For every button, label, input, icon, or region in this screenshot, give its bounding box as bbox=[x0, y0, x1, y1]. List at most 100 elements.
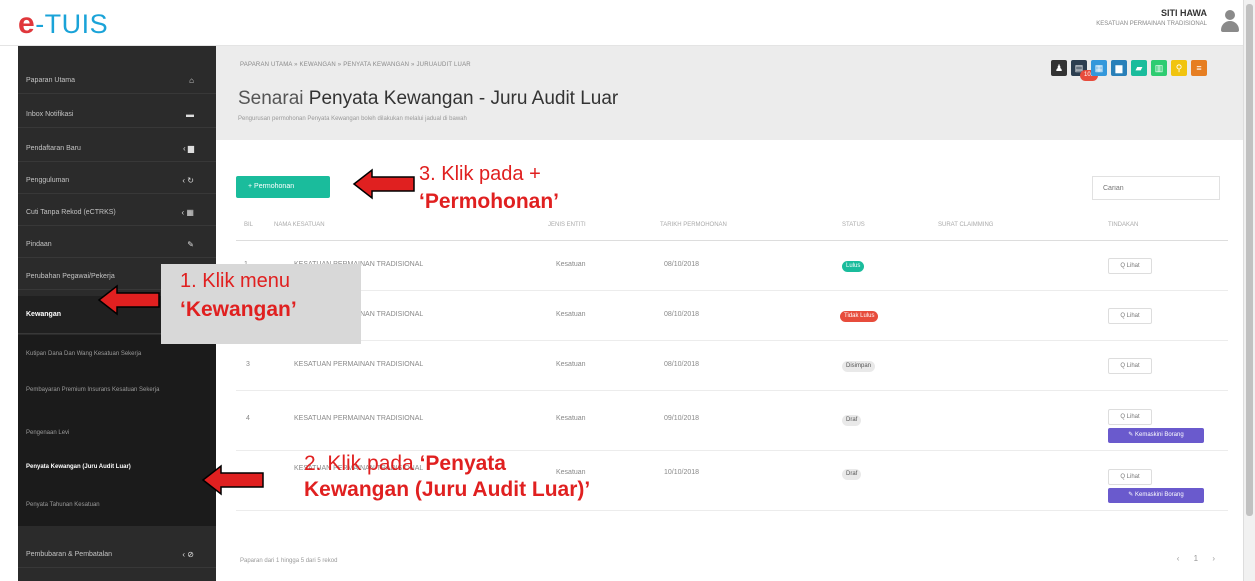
sidebar-item-label: Pengguluman bbox=[26, 177, 70, 184]
column-header-nama[interactable]: NAMA KESATUAN bbox=[274, 222, 325, 228]
refresh-icon: ‹ ↻ bbox=[182, 176, 194, 185]
row-jenis: Kesatuan bbox=[556, 361, 586, 368]
sidebar-item-label: Cuti Tanpa Rekod (eCTRKS) bbox=[26, 209, 116, 216]
row-tarikh: 08/10/2018 bbox=[664, 311, 700, 318]
breadcrumb[interactable]: PAPARAN UTAMA » KEWANGAN » PENYATA KEWAN… bbox=[240, 62, 471, 68]
add-permohonan-button[interactable]: + Permohonan bbox=[236, 176, 330, 198]
sidebar-item-pindaan[interactable]: Pindaan ✎ bbox=[18, 232, 216, 258]
user-avatar-icon[interactable] bbox=[1219, 10, 1241, 34]
step3-arrow-icon bbox=[352, 168, 415, 200]
step2-arrow-icon bbox=[201, 464, 264, 496]
status-badge: Tidak Lulus bbox=[840, 311, 879, 322]
kewangan-submenu: Kutipan Dana Dan Wang Kesatuan Sekerja P… bbox=[18, 335, 216, 526]
user-name: SITI HAWA bbox=[1160, 8, 1207, 18]
row-tarikh: 09/10/2018 bbox=[664, 415, 700, 422]
user-icon[interactable]: ♟ bbox=[1051, 60, 1067, 76]
inbox-icon: ▬ bbox=[186, 110, 194, 119]
submenu-item-pengenaan-levi[interactable]: Pengenaan Levi bbox=[26, 428, 176, 438]
step3-text-line2: ‘Permohonan’ bbox=[419, 190, 560, 213]
row-jenis: Kesatuan bbox=[556, 469, 586, 476]
row-tarikh: 08/10/2018 bbox=[664, 261, 700, 268]
sidebar-item-pembubaran[interactable]: Pembubaran & Pembatalan ‹ ⊘ bbox=[18, 542, 216, 568]
sidebar-item-label: Pindaan bbox=[26, 241, 52, 248]
lihat-button[interactable]: Q Lihat bbox=[1108, 469, 1152, 485]
folder-icon[interactable]: ▰ bbox=[1131, 60, 1147, 76]
kemaskini-borang-button[interactable]: ✎ Kemaskini Borang bbox=[1108, 488, 1204, 503]
row-jenis: Kesatuan bbox=[556, 261, 586, 268]
step1-arrow-icon bbox=[97, 284, 160, 316]
calendar-icon: ‹ ▦ bbox=[181, 208, 194, 217]
document-icon[interactable]: ▆ bbox=[1111, 60, 1127, 76]
logo-mark: e bbox=[18, 7, 36, 40]
search-icon[interactable]: ⚲ bbox=[1171, 60, 1187, 76]
row-jenis: Kesatuan bbox=[556, 311, 586, 318]
header-toolbar: ♟ ▤ 105 ▦ ▆ ▰ ▥ ⚲ ≡ bbox=[1051, 60, 1225, 81]
table-row: 3 KESATUAN PERMAINAN TRADISIONAL Kesatua… bbox=[236, 341, 1228, 391]
sidebar-item-label: Perubahan Pegawai/Pekerja bbox=[26, 273, 115, 280]
row-bil: 4 bbox=[246, 415, 250, 422]
sidebar-item-pengguluman[interactable]: Pengguluman ‹ ↻ bbox=[18, 168, 216, 194]
sidebar-item-inbox-notifikasi[interactable]: Inbox Notifikasi ▬ bbox=[18, 102, 216, 128]
row-tarikh: 10/10/2018 bbox=[664, 469, 700, 476]
chart-icon[interactable]: ▥ bbox=[1151, 60, 1167, 76]
kemaskini-borang-button[interactable]: ✎ Kemaskini Borang bbox=[1108, 428, 1204, 443]
status-badge: Draf bbox=[842, 415, 862, 426]
page-scrollbar[interactable] bbox=[1243, 0, 1255, 581]
column-header-status[interactable]: STATUS bbox=[842, 222, 865, 228]
submenu-item-pembayaran-premium[interactable]: Pembayaran Premium Insurans Kesatuan Sek… bbox=[26, 385, 176, 395]
column-header-bil[interactable]: BIL bbox=[244, 222, 253, 228]
user-info[interactable]: SITI HAWA KESATUAN PERMAINAN TRADISIONAL bbox=[1096, 8, 1207, 27]
step2-text-line2: Kewangan (Juru Audit Luar)’ bbox=[304, 478, 591, 501]
submenu-item-penyata-tahunan[interactable]: Penyata Tahunan Kesatuan bbox=[26, 500, 176, 510]
pagination[interactable]: ‹ 1 › bbox=[1177, 554, 1221, 563]
cancel-icon: ‹ ⊘ bbox=[182, 550, 194, 559]
page-title-prefix: Senarai bbox=[238, 88, 304, 109]
app-window: e-TUIS SITI HAWA KESATUAN PERMAINAN TRAD… bbox=[0, 0, 1255, 581]
search-input[interactable] bbox=[1092, 176, 1220, 200]
table-row: 4 KESATUAN PERMAINAN TRADISIONAL Kesatua… bbox=[236, 391, 1228, 451]
step2-text-prefix: 2. Klik pada bbox=[304, 452, 414, 475]
sidebar-item-cuti-tanpa-rekod[interactable]: Cuti Tanpa Rekod (eCTRKS) ‹ ▦ bbox=[18, 200, 216, 226]
row-tarikh: 08/10/2018 bbox=[664, 361, 700, 368]
sidebar-item-label: Inbox Notifikasi bbox=[26, 111, 74, 118]
home-icon: ⌂ bbox=[189, 76, 194, 85]
calendar-icon[interactable]: ▦ bbox=[1091, 60, 1107, 76]
step1-text-line2: ‘Kewangan’ bbox=[180, 298, 297, 321]
page-title: Senarai Penyata Kewangan - Juru Audit Lu… bbox=[238, 88, 618, 110]
sidebar-item-label: Pembubaran & Pembatalan bbox=[26, 551, 112, 558]
file-icon: ‹ ▆ bbox=[182, 144, 194, 153]
column-header-tindakan: TINDAKAN bbox=[1108, 222, 1139, 228]
column-header-surat[interactable]: SURAT CLAIMMING bbox=[938, 222, 993, 228]
status-badge: Lulus bbox=[842, 261, 865, 272]
top-bar: e-TUIS SITI HAWA KESATUAN PERMAINAN TRAD… bbox=[0, 0, 1255, 46]
lihat-button[interactable]: Q Lihat bbox=[1108, 258, 1152, 274]
row-jenis: Kesatuan bbox=[556, 415, 586, 422]
lihat-button[interactable]: Q Lihat bbox=[1108, 409, 1152, 425]
table-footer-info: Paparan dari 1 hingga 5 dari 5 rekod bbox=[240, 558, 338, 564]
lihat-button[interactable]: Q Lihat bbox=[1108, 358, 1152, 374]
lihat-button[interactable]: Q Lihat bbox=[1108, 308, 1152, 324]
row-nama: KESATUAN PERMAINAN TRADISIONAL bbox=[294, 361, 424, 368]
row-nama: KESATUAN PERMAINAN TRADISIONAL bbox=[294, 415, 424, 422]
page-subtitle: Pengurusan permohonan Penyata Kewangan b… bbox=[238, 116, 467, 122]
status-badge: Draf bbox=[842, 469, 862, 480]
column-header-jenis[interactable]: JENIS ENTITI bbox=[548, 222, 586, 228]
submenu-item-penyata-kewangan[interactable]: Penyata Kewangan (Juru Audit Luar) bbox=[26, 462, 176, 472]
etuis-logo[interactable]: e-TUIS bbox=[18, 7, 108, 41]
edit-icon: ✎ bbox=[187, 240, 194, 249]
scrollbar-thumb[interactable] bbox=[1246, 4, 1253, 516]
logo-text: -TUIS bbox=[35, 9, 109, 39]
sidebar-item-paparan-utama[interactable]: Paparan Utama ⌂ bbox=[18, 68, 216, 94]
page-title-main: Penyata Kewangan - Juru Audit Luar bbox=[308, 88, 619, 109]
user-organization: KESATUAN PERMAINAN TRADISIONAL bbox=[1096, 21, 1207, 27]
table-row: 2 KESATUAN PERMAINAN TRADISIONAL Kesatua… bbox=[236, 291, 1228, 341]
sidebar-item-label: Pendaftaran Baru bbox=[26, 145, 81, 152]
submenu-item-kutipan-dana[interactable]: Kutipan Dana Dan Wang Kesatuan Sekerja bbox=[26, 349, 176, 359]
column-header-tarikh[interactable]: TARIKH PERMOHONAN bbox=[660, 222, 727, 228]
page-header: PAPARAN UTAMA » KEWANGAN » PENYATA KEWAN… bbox=[216, 46, 1243, 140]
sidebar-item-label: Kewangan bbox=[26, 311, 62, 318]
status-badge: Disimpan bbox=[842, 361, 876, 372]
settings-icon[interactable]: ≡ bbox=[1191, 60, 1207, 76]
step2-text-bold: ‘Penyata bbox=[419, 452, 506, 475]
sidebar-item-pendaftaran-baru[interactable]: Pendaftaran Baru ‹ ▆ bbox=[18, 136, 216, 162]
